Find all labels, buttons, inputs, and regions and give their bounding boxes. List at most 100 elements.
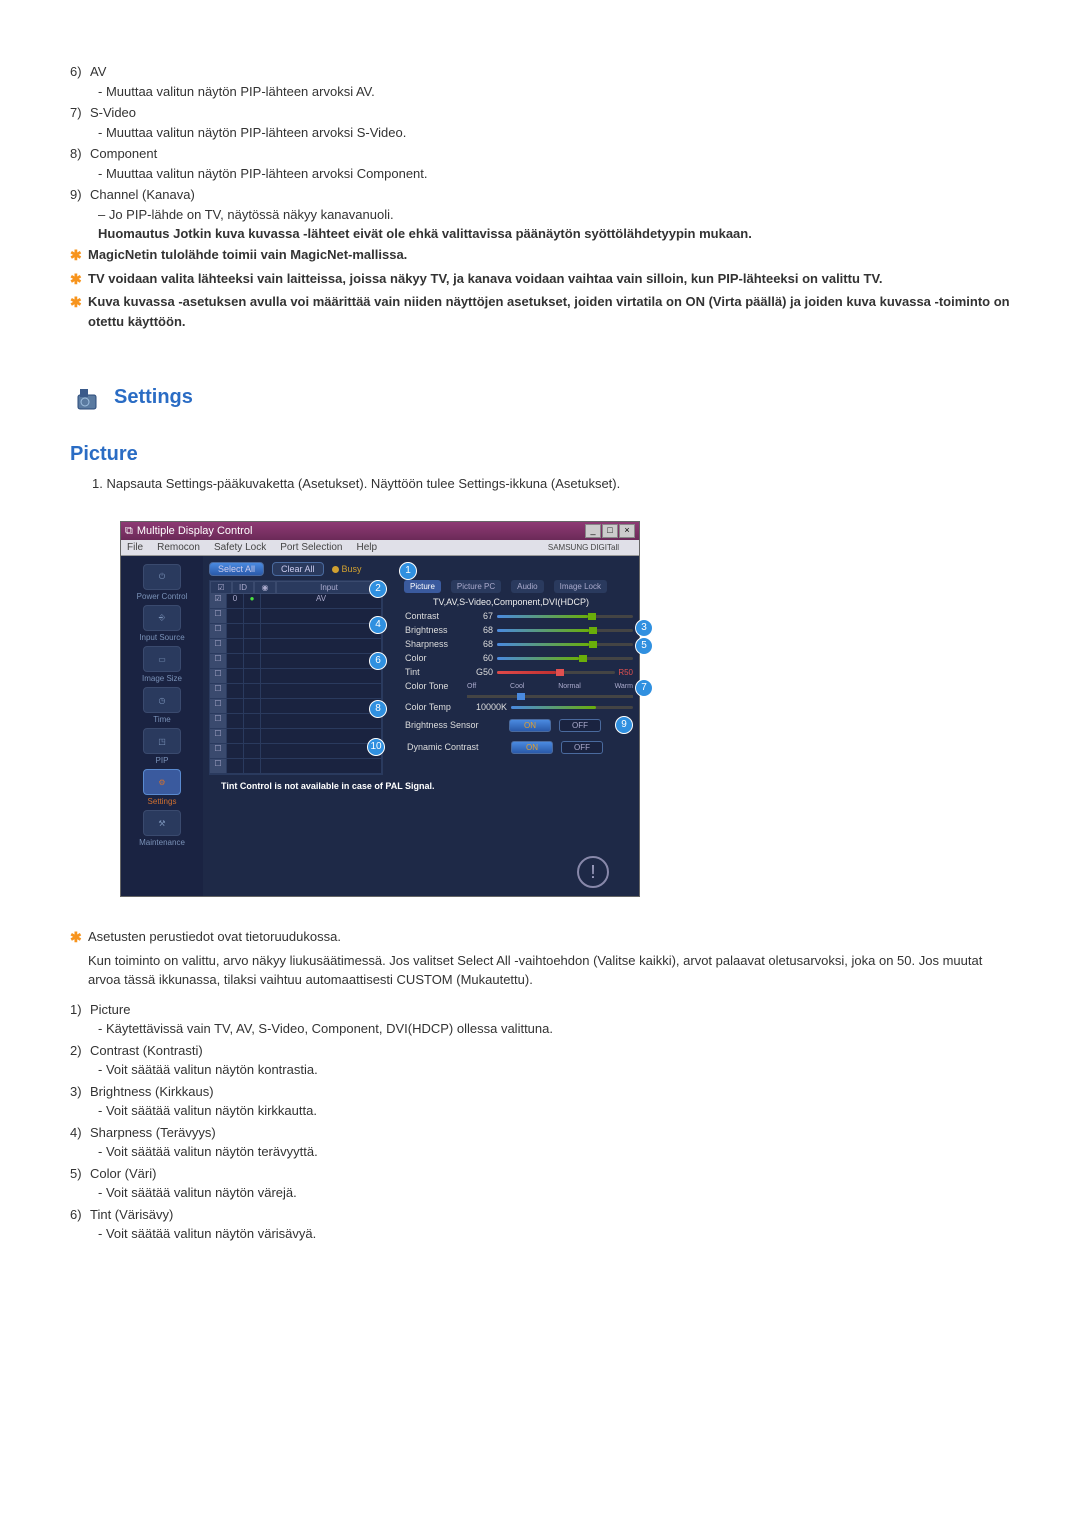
sidebar-item-power[interactable]: ⏻Power Control <box>127 564 197 601</box>
slider-tint[interactable]: TintG50R50 <box>405 667 633 677</box>
item-8-desc: - Muuttaa valitun näytön PIP-lähteen arv… <box>98 164 1010 184</box>
callout-9: 9 <box>615 716 633 734</box>
callout-7: 7 <box>635 679 653 697</box>
maintenance-icon: ⚒ <box>143 810 181 836</box>
bl-4-desc: - Voit säätää valitun näytön terävyyttä. <box>98 1142 1010 1162</box>
select-all-button[interactable]: Select All <box>209 562 264 576</box>
item-8-title: Component <box>90 146 157 161</box>
sidebar-item-settings[interactable]: ⚙Settings <box>127 769 197 806</box>
star-icon: ✱ <box>70 292 82 313</box>
item-8-num: 8) <box>70 144 90 164</box>
sidebar-item-time[interactable]: ◷Time <box>127 687 197 724</box>
sidebar-item-imagesize[interactable]: ▭Image Size <box>127 646 197 683</box>
menubar: File Remocon Safety Lock Port Selection … <box>121 540 639 556</box>
bl-1-desc: - Käytettävissä vain TV, AV, S-Video, Co… <box>98 1019 1010 1039</box>
menu-help[interactable]: Help <box>356 542 377 553</box>
bl-3-title: Brightness (Kirkkaus) <box>90 1084 214 1099</box>
tab-picture-pc[interactable]: Picture PC <box>451 580 501 593</box>
callout-4: 4 <box>369 616 387 634</box>
menu-safetylock[interactable]: Safety Lock <box>214 542 266 553</box>
table-row[interactable]: ☐ <box>210 699 382 714</box>
tab-picture[interactable]: Picture <box>404 580 441 593</box>
item-9-title: Channel (Kanava) <box>90 187 195 202</box>
star-note-3: ✱Kuva kuvassa -asetuksen avulla voi määr… <box>70 292 1010 331</box>
minimize-button[interactable]: _ <box>585 524 601 538</box>
close-button[interactable]: × <box>619 524 635 538</box>
slider-contrast[interactable]: Contrast673 <box>405 611 633 621</box>
top-pip-list: 6)AV- Muuttaa valitun näytön PIP-lähteen… <box>70 62 1010 241</box>
menu-portselection[interactable]: Port Selection <box>280 542 342 553</box>
star-note-2: ✱TV voidaan valita lähteeksi vain laitte… <box>70 269 1010 289</box>
id-table: ☑ ID ◉ Input ☑0●AV ☐ ☐ ☐ ☐ ☐ ☐ ☐ ☐ <box>209 580 383 775</box>
main-panel: Select All Clear All Busy ☑ ID ◉ Input ☑… <box>203 556 639 896</box>
sidebar: ⏻Power Control ⎆Input Source ▭Image Size… <box>121 556 203 896</box>
slider-sharpness[interactable]: Sharpness685 <box>405 639 633 649</box>
table-row[interactable]: ☐ <box>210 714 382 729</box>
tab-audio[interactable]: Audio <box>511 580 543 593</box>
tab-imagelock[interactable]: Image Lock <box>554 580 607 593</box>
star-note-1: ✱MagicNetin tulolähde toimii vain MagicN… <box>70 245 1010 265</box>
table-row[interactable]: ☐ <box>210 654 382 669</box>
table-row[interactable]: ☐ <box>210 759 382 774</box>
table-row[interactable]: ☐ <box>210 744 382 759</box>
bl-2-desc: - Voit säätää valitun näytön kontrastia. <box>98 1060 1010 1080</box>
bl-3-desc: - Voit säätää valitun näytön kirkkautta. <box>98 1101 1010 1121</box>
table-row[interactable]: ☐ <box>210 639 382 654</box>
callout-6: 6 <box>369 652 387 670</box>
callout-3: 3 <box>635 619 653 637</box>
input-icon: ⎆ <box>143 605 181 631</box>
brightness-sensor-off[interactable]: OFF <box>559 719 601 732</box>
slider-colortone[interactable]: Color Tone OffCoolNormalWarm 7 <box>405 681 633 691</box>
slider-color[interactable]: Color60 <box>405 653 633 663</box>
item-9-num: 9) <box>70 185 90 205</box>
bl-1-title: Picture <box>90 1002 130 1017</box>
callout-5: 5 <box>635 637 653 655</box>
footer-note: Tint Control is not available in case of… <box>209 775 633 797</box>
source-label: TV,AV,S-Video,Component,DVI(HDCP) <box>389 597 633 607</box>
item-9-desc: – Jo PIP-lähde on TV, näytössä näkyy kan… <box>98 205 1010 225</box>
table-row[interactable]: ☐ <box>210 609 382 624</box>
brand-label: SAMSUNG DIGITall <box>391 543 619 552</box>
table-row[interactable]: ☐ <box>210 624 382 639</box>
menu-file[interactable]: File <box>127 542 143 553</box>
table-row[interactable]: ☐ <box>210 729 382 744</box>
info-star: ✱Asetusten perustiedot ovat tietoruuduko… <box>70 927 1010 947</box>
star-icon: ✱ <box>70 245 82 266</box>
bl-2-title: Contrast (Kontrasti) <box>90 1043 203 1058</box>
picture-heading: Picture <box>70 443 1010 466</box>
maximize-button[interactable]: □ <box>602 524 618 538</box>
col-status: ◉ <box>254 581 276 594</box>
clear-all-button[interactable]: Clear All <box>272 562 324 576</box>
note-bold: Huomautus Jotkin kuva kuvassa -lähteet e… <box>98 226 1010 241</box>
item-6-num: 6) <box>70 62 90 82</box>
bl-5-title: Color (Väri) <box>90 1166 156 1181</box>
bl-4-title: Sharpness (Terävyys) <box>90 1125 216 1140</box>
window-title: Multiple Display Control <box>137 525 585 537</box>
col-id: ID <box>232 581 254 594</box>
table-row[interactable]: ☑0●AV <box>210 594 382 609</box>
dynamic-contrast-off[interactable]: OFF <box>561 741 603 754</box>
settings-title: Settings <box>114 386 193 409</box>
app-screenshot: ⧉ Multiple Display Control _ □ × File Re… <box>120 521 640 897</box>
slider-colortemp[interactable]: Color Temp10000K <box>405 702 633 712</box>
sidebar-item-input[interactable]: ⎆Input Source <box>127 605 197 642</box>
settings-icon: ⚙ <box>143 769 181 795</box>
col-input: Input <box>276 581 382 594</box>
busy-indicator: Busy <box>332 564 362 574</box>
slider-brightness[interactable]: Brightness68 <box>405 625 633 635</box>
bl-5-desc: - Voit säätää valitun näytön värejä. <box>98 1183 1010 1203</box>
sidebar-item-maintenance[interactable]: ⚒Maintenance <box>127 810 197 847</box>
sidebar-item-pip[interactable]: ◳PIP <box>127 728 197 765</box>
pip-icon: ◳ <box>143 728 181 754</box>
item-7-title: S-Video <box>90 105 136 120</box>
star-icon: ✱ <box>70 269 82 290</box>
info-paragraph: Kun toiminto on valittu, arvo näkyy liuk… <box>88 951 1010 990</box>
table-row[interactable]: ☐ <box>210 669 382 684</box>
step-1: 1. Napsauta Settings-pääkuvaketta (Asetu… <box>92 476 1010 491</box>
menu-remocon[interactable]: Remocon <box>157 542 200 553</box>
table-row[interactable]: ☐ <box>210 684 382 699</box>
dynamic-contrast-on[interactable]: ON <box>511 741 553 754</box>
brightness-sensor-on[interactable]: ON <box>509 719 551 732</box>
bl-6-desc: - Voit säätää valitun näytön värisävyä. <box>98 1224 1010 1244</box>
callout-1: 1 <box>399 562 417 580</box>
